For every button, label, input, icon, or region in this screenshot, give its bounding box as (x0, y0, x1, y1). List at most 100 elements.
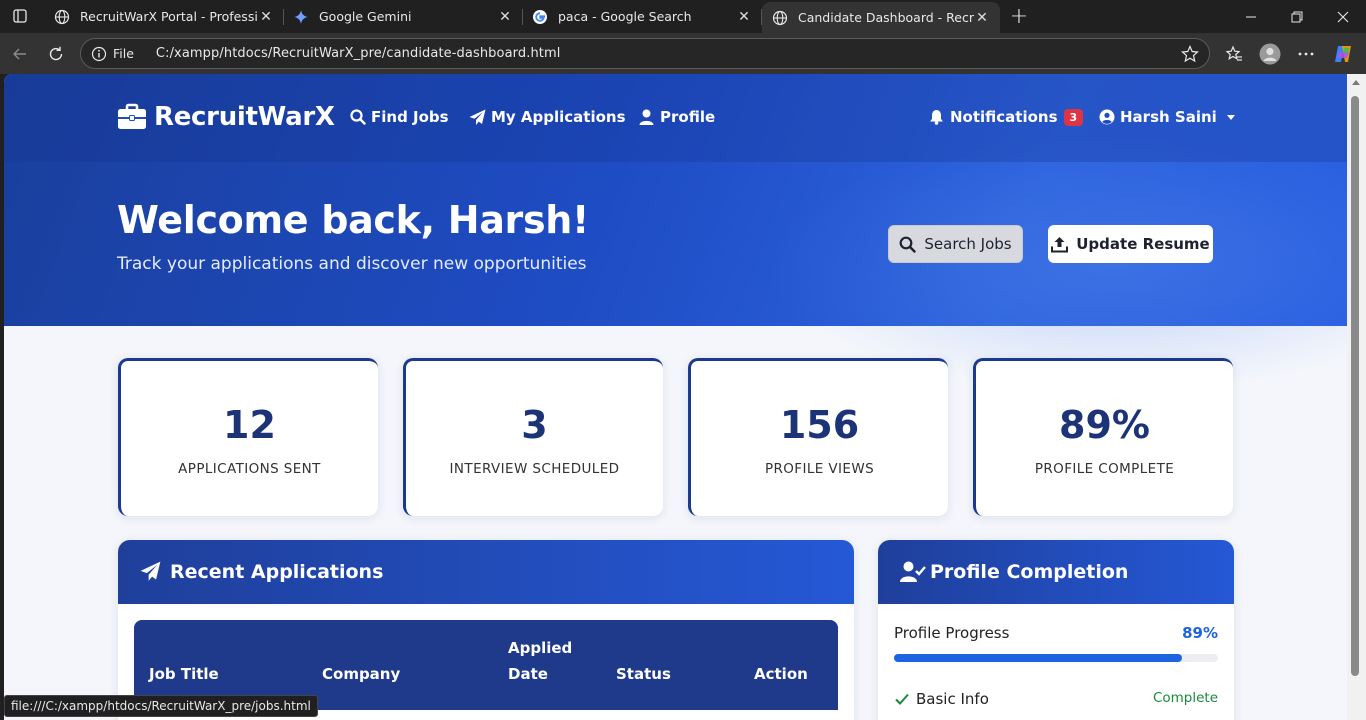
browser-tab[interactable]: RecruitWarX Portal - Professional ✕ (44, 0, 284, 33)
notifications-count-badge: 3 (1063, 108, 1084, 126)
more-options-icon[interactable] (1294, 42, 1318, 66)
nav-find-jobs-label: Find Jobs (371, 108, 449, 126)
notifications-label: Notifications (950, 108, 1058, 126)
stat-card-interviews: 3 INTERVIEW SCHEDULED (403, 358, 663, 516)
stat-value: 156 (779, 403, 860, 447)
tab-title: Google Gemini (319, 9, 412, 24)
avatar[interactable] (1258, 42, 1282, 66)
profile-progress-fill (894, 654, 1183, 662)
user-circle-icon (1098, 109, 1115, 126)
stat-label: PROFILE COMPLETE (1034, 461, 1175, 477)
stat-card-applications: 12 APPLICATIONS SENT (118, 358, 378, 516)
nav-my-applications-label: My Applications (491, 108, 626, 126)
column-header-action: Action (754, 665, 808, 683)
update-resume-button[interactable]: Update Resume (1048, 225, 1213, 263)
page-viewport: RecruitWarX Find Jobs My Applications Pr… (4, 74, 1347, 720)
page-scrollbar[interactable] (1347, 74, 1366, 720)
brand-logo[interactable]: RecruitWarX (117, 102, 335, 132)
checklist-item-label: Basic Info (916, 690, 989, 708)
globe-icon (54, 9, 70, 25)
scheme-label: File (113, 46, 134, 61)
column-header-applied: Applied (508, 639, 573, 657)
minimize-icon[interactable] (1228, 0, 1274, 33)
column-header-date: Date (508, 665, 548, 683)
stat-label: INTERVIEW SCHEDULED (449, 461, 620, 477)
nav-profile-label: Profile (660, 108, 716, 126)
user-name: Harsh Saini (1120, 108, 1217, 126)
tab-title: RecruitWarX Portal - Professional (80, 9, 258, 24)
profile-progress-label: Profile Progress (894, 624, 1010, 642)
recent-applications-panel: Recent Applications Job Title Company Ap… (118, 540, 854, 720)
column-header-company: Company (322, 665, 401, 683)
profile-progress-bar (894, 654, 1218, 662)
panel-header: Profile Completion (878, 540, 1234, 604)
copilot-icon[interactable] (1331, 42, 1355, 66)
stat-card-profile-views: 156 PROFILE VIEWS (688, 358, 948, 516)
nav-find-jobs[interactable]: Find Jobs (349, 108, 449, 126)
stat-value: 3 (521, 403, 548, 447)
stat-value: 12 (223, 403, 276, 447)
browser-tab[interactable]: Google Gemini ✕ (283, 0, 523, 33)
close-tab-icon[interactable]: ✕ (258, 9, 274, 25)
hero-glow (764, 134, 1347, 394)
profile-progress-value: 89% (1182, 624, 1218, 642)
stat-label: APPLICATIONS SENT (178, 461, 321, 477)
refresh-icon[interactable] (42, 40, 70, 68)
tab-actions-icon[interactable] (8, 5, 32, 27)
close-tab-icon[interactable]: ✕ (736, 9, 752, 25)
notifications-link[interactable]: Notifications 3 (928, 108, 1084, 126)
search-jobs-label: Search Jobs (924, 235, 1012, 253)
new-tab-button[interactable]: + (1006, 3, 1032, 29)
nav-profile[interactable]: Profile (638, 108, 715, 126)
page-subtitle: Track your applications and discover new… (117, 254, 587, 274)
favorite-star-icon[interactable] (1181, 45, 1199, 63)
scroll-thumb[interactable] (1351, 96, 1359, 676)
panel-header: Recent Applications (118, 540, 854, 604)
url-text: C:/xampp/htdocs/RecruitWarX_pre/candidat… (155, 46, 561, 61)
panel-title: Profile Completion (930, 561, 1129, 583)
hero-section: RecruitWarX Find Jobs My Applications Pr… (4, 74, 1347, 394)
close-tab-icon[interactable]: ✕ (974, 10, 990, 26)
scroll-up-arrow-icon[interactable] (1352, 80, 1360, 85)
google-icon (532, 9, 548, 25)
favorites-icon[interactable] (1222, 42, 1246, 66)
browser-tab[interactable]: paca - Google Search ✕ (522, 0, 762, 33)
search-icon (899, 236, 917, 253)
page-title: Welcome back, Harsh! (117, 198, 590, 242)
briefcase-icon (117, 103, 147, 131)
column-header-status: Status (616, 665, 671, 683)
bell-icon (928, 109, 945, 126)
chevron-down-icon (1226, 114, 1235, 120)
profile-completion-panel: Profile Completion Profile Progress 89% … (878, 540, 1234, 720)
paper-plane-icon (469, 109, 486, 126)
address-bar: File C:/xampp/htdocs/RecruitWarX_pre/can… (0, 33, 1366, 74)
user-check-icon (900, 561, 926, 583)
search-jobs-button[interactable]: Search Jobs (888, 225, 1023, 263)
close-tab-icon[interactable]: ✕ (497, 9, 513, 25)
column-header-job-title: Job Title (149, 665, 219, 683)
close-window-icon[interactable] (1320, 0, 1366, 33)
url-field[interactable]: File C:/xampp/htdocs/RecruitWarX_pre/can… (80, 38, 1210, 69)
link-status-bar: file:///C:/xampp/htdocs/RecruitWarX_pre/… (4, 695, 318, 717)
stat-card-profile-complete: 89% PROFILE COMPLETE (973, 358, 1233, 516)
checklist-item: Basic Info (894, 690, 989, 708)
browser-tab-bar: RecruitWarX Portal - Professional ✕ Goog… (0, 0, 1366, 33)
back-icon[interactable] (6, 40, 34, 68)
stat-label: PROFILE VIEWS (764, 461, 875, 477)
stat-value: 89% (1059, 403, 1150, 447)
gemini-icon (293, 9, 309, 25)
globe-icon (772, 10, 788, 26)
tab-title: Candidate Dashboard - RecruitWa (798, 10, 974, 25)
info-icon[interactable] (91, 46, 107, 62)
nav-my-applications[interactable]: My Applications (469, 108, 626, 126)
user-icon (638, 109, 655, 126)
checklist-item-status: Complete (1152, 690, 1218, 706)
browser-tab-active[interactable]: Candidate Dashboard - RecruitWa ✕ (762, 2, 1000, 33)
check-icon (894, 691, 910, 707)
tab-title: paca - Google Search (558, 9, 692, 24)
restore-icon[interactable] (1274, 0, 1320, 33)
update-resume-label: Update Resume (1076, 235, 1210, 253)
user-menu-dropdown[interactable]: Harsh Saini (1098, 108, 1235, 126)
search-icon (349, 109, 366, 126)
panel-title: Recent Applications (170, 561, 384, 583)
